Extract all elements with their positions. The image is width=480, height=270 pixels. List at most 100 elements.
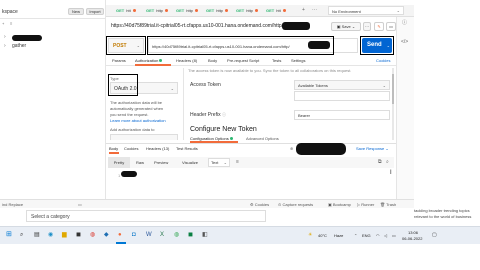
tab-settings[interactable]: Settings: [291, 58, 305, 63]
tab-tests[interactable]: Tests: [272, 58, 281, 63]
request-tab[interactable]: GET http: [236, 8, 258, 13]
console-icon[interactable]: ▭: [78, 202, 82, 207]
article-line: tackling broader trending topics: [414, 208, 470, 213]
request-tab[interactable]: GET http: [146, 8, 168, 13]
import-button[interactable]: Import: [86, 8, 104, 15]
info-banner: The access token is now available to you…: [188, 68, 352, 73]
redacted-collection-name: [12, 35, 42, 41]
tab-authorization[interactable]: Authorization: [135, 58, 163, 63]
outlook-icon[interactable]: ◘: [132, 232, 136, 239]
status-trash[interactable]: 🗑 Trash: [380, 202, 396, 207]
tab-body[interactable]: Body: [208, 58, 217, 63]
search-icon[interactable]: ⌕: [386, 159, 389, 165]
find-replace-label[interactable]: ind Replace: [2, 202, 23, 207]
tab-response-headers[interactable]: Headers (13): [146, 146, 169, 151]
new-button[interactable]: New: [68, 8, 84, 15]
request-title-row: https://40d75f89trial.it-cpitrial05-rt.c…: [106, 17, 414, 37]
request-tab[interactable]: GET http: [206, 8, 228, 13]
save-response-button[interactable]: Save Response ⌄: [356, 146, 389, 151]
edge-browser-icon[interactable]: ◉: [48, 232, 53, 239]
notifications-icon[interactable]: ▢: [432, 232, 437, 238]
scrollbar-thumb[interactable]: [392, 74, 394, 104]
header-prefix-value: Bearer: [298, 113, 311, 118]
weather-desc[interactable]: Haze: [334, 233, 343, 238]
tab-headers[interactable]: Headers (8): [176, 58, 197, 63]
access-token-select[interactable]: Available Tokens ⌄: [294, 80, 390, 90]
menu-icon[interactable]: ≡: [10, 21, 12, 26]
weather-icon[interactable]: ☀: [308, 232, 312, 238]
auth-description-line: The authorization data will be: [110, 100, 163, 105]
status-bootcamp[interactable]: ▣ Bootcamp: [328, 202, 351, 207]
wifi-icon[interactable]: ◠: [376, 233, 380, 238]
status-cookies[interactable]: ⚙ Cookies: [250, 202, 269, 207]
environment-select[interactable]: No Environment ⌄: [328, 6, 404, 15]
chrome-icon-2[interactable]: ◍: [174, 232, 179, 239]
file-explorer-icon[interactable]: ▆: [62, 232, 67, 239]
access-token-field[interactable]: [294, 91, 390, 101]
request-tab[interactable]: GET htt: [266, 8, 286, 13]
weather-temp[interactable]: 40°C: [318, 233, 327, 238]
code-icon[interactable]: </>: [401, 39, 408, 45]
chevron-down-icon: ⌄: [170, 86, 174, 91]
learn-more-link[interactable]: Learn more about authorization: [110, 118, 166, 123]
tab-authorization-underline: [135, 64, 171, 66]
tray-chevron-icon[interactable]: ⌃: [354, 233, 357, 238]
windows-start-icon[interactable]: ⊞: [6, 231, 12, 239]
cookies-link[interactable]: Cookies: [376, 58, 390, 63]
url-highlight-box: [147, 36, 334, 55]
status-runner[interactable]: ▷ Runner: [357, 202, 374, 207]
chrome-icon[interactable]: ◍: [90, 232, 95, 239]
advanced-options-tab[interactable]: Advanced Options: [246, 136, 279, 141]
vscode-icon[interactable]: ◆: [104, 232, 109, 239]
word-icon[interactable]: W: [146, 232, 152, 239]
auth-column-divider: [183, 68, 184, 140]
volume-icon[interactable]: ◁: [384, 233, 387, 238]
clock-date[interactable]: 06-06-2022: [402, 236, 422, 241]
excel-icon[interactable]: X: [160, 232, 164, 239]
clock-time[interactable]: 13:06: [408, 230, 418, 235]
save-button[interactable]: ▣ Save ⌄: [331, 22, 361, 31]
more-options-button[interactable]: ···: [363, 22, 371, 31]
task-view-icon[interactable]: ▤: [34, 232, 40, 239]
request-tab[interactable]: GET http: [176, 8, 198, 13]
sidebar-filter-row[interactable]: + ≡: [2, 21, 26, 26]
app-icon[interactable]: ◼: [76, 232, 81, 239]
auth-scrollbar[interactable]: [392, 68, 394, 140]
battery-icon[interactable]: ▭: [392, 233, 396, 238]
postman-icon[interactable]: ●: [118, 232, 122, 239]
edit-icon[interactable]: ✎: [374, 22, 384, 31]
response-body[interactable]: 1: [108, 170, 394, 198]
view-preview[interactable]: Preview: [154, 160, 168, 165]
status-capture-requests[interactable]: ⊙ Capture requests: [278, 202, 313, 207]
tab-response-cookies[interactable]: Cookies: [124, 146, 138, 151]
wrap-lines-icon[interactable]: ≡: [236, 159, 239, 165]
view-visualize[interactable]: Visualize: [182, 160, 198, 165]
add-auth-data-select[interactable]: [110, 134, 178, 140]
language-label[interactable]: ENG: [362, 233, 371, 238]
app-icon-2[interactable]: ◼: [188, 232, 193, 239]
tab-response-body[interactable]: Body: [109, 146, 118, 151]
add-icon[interactable]: +: [2, 21, 4, 26]
tab-params[interactable]: Params: [112, 58, 126, 63]
request-tab[interactable]: GET htt: [116, 8, 136, 13]
add-tab-icon[interactable]: +: [302, 7, 305, 13]
chevron-right-icon: ›: [4, 34, 6, 40]
sidebar-item-collection-2[interactable]: › gather: [4, 43, 104, 51]
search-icon[interactable]: ⌕: [20, 232, 23, 239]
copy-icon[interactable]: ⧉: [378, 159, 382, 165]
tab-test-results[interactable]: Test Results: [176, 146, 198, 151]
format-value: Text: [211, 160, 219, 165]
header-prefix-input[interactable]: Bearer: [294, 110, 390, 120]
more-tabs-icon[interactable]: ···: [312, 7, 317, 13]
view-pretty[interactable]: Pretty: [108, 157, 130, 168]
tab-body-underline: [109, 152, 119, 154]
auth-description-line: automatically generated when: [110, 106, 164, 111]
view-raw[interactable]: Raw: [136, 160, 144, 165]
app-icon-3[interactable]: ◧: [202, 232, 208, 239]
info-icon[interactable]: ⓘ: [402, 20, 407, 26]
format-select[interactable]: Text ⌄: [208, 158, 230, 167]
select-category-dropdown[interactable]: Select a category: [26, 210, 266, 222]
tab-pre-request-script[interactable]: Pre-request Script: [227, 58, 259, 63]
comment-icon[interactable]: ▭: [386, 22, 396, 31]
workspace-label: kspace: [2, 9, 18, 15]
